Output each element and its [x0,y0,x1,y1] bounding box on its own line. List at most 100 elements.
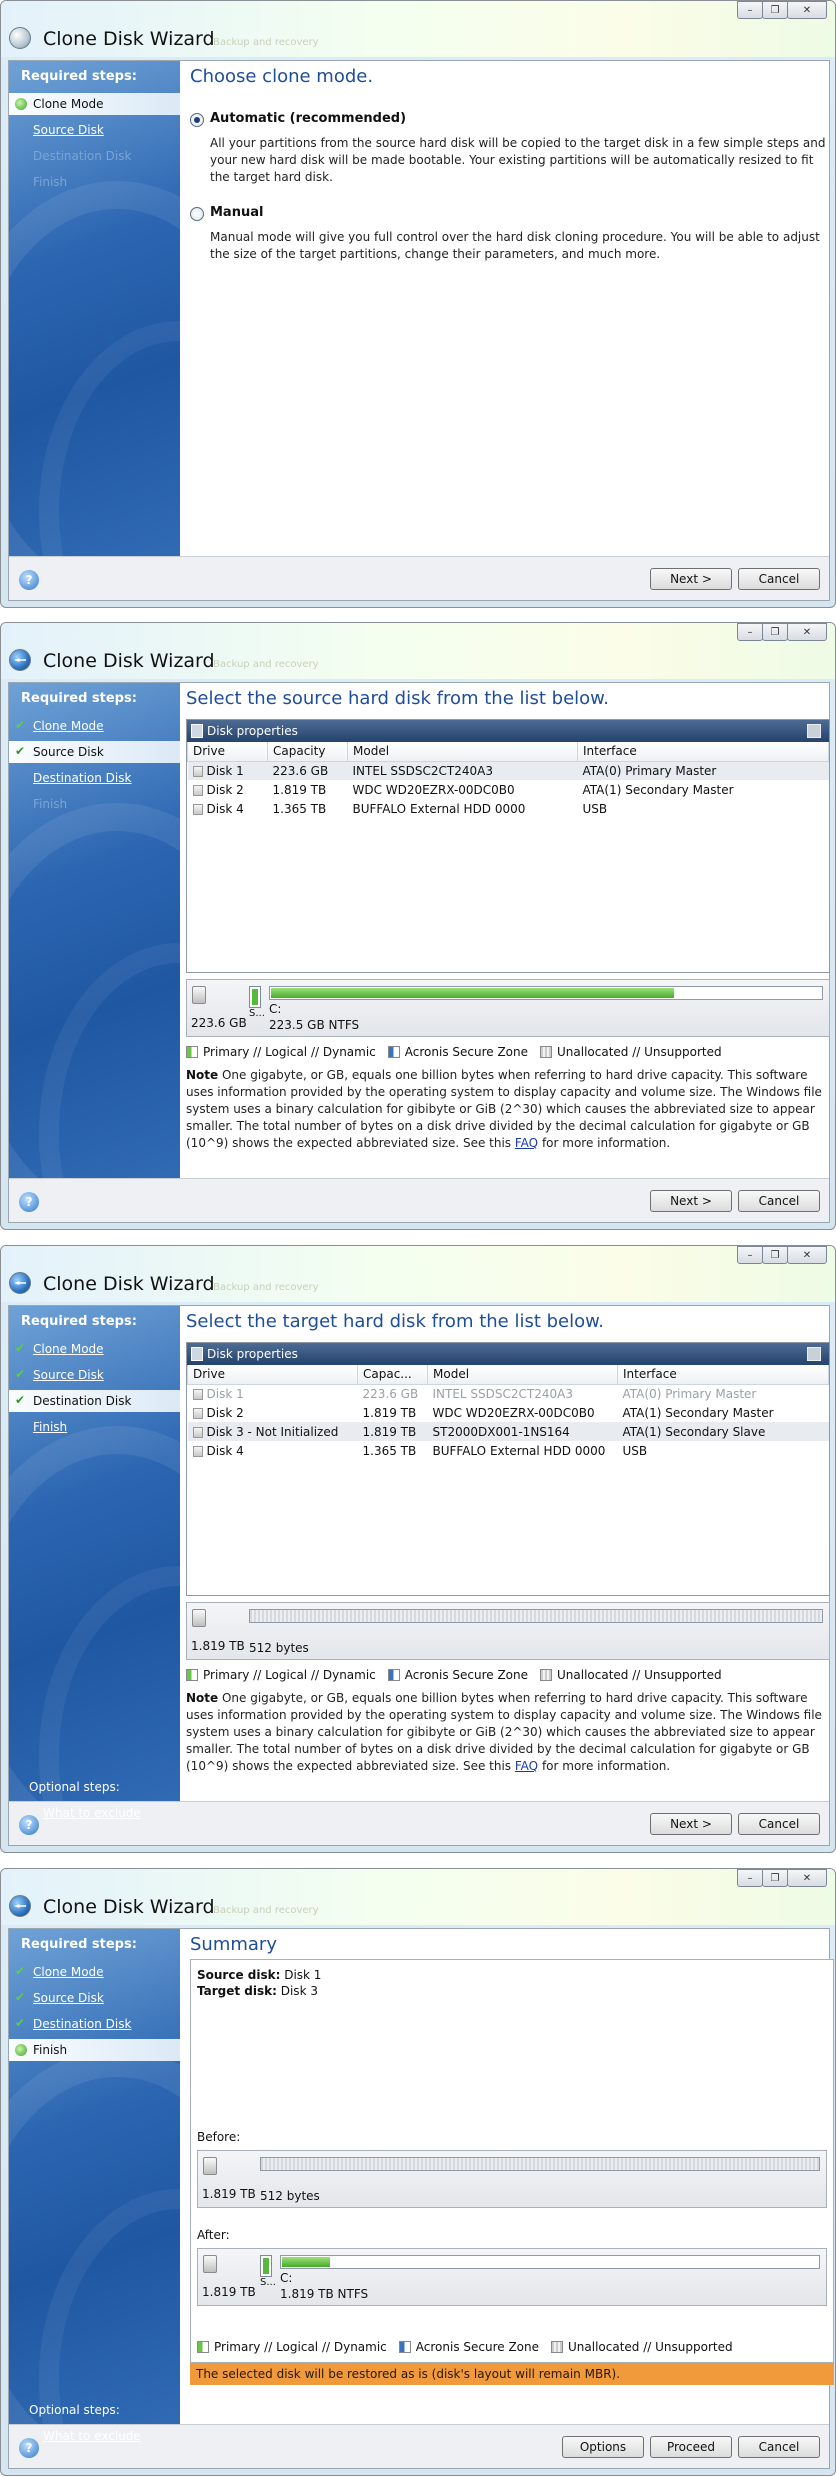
column-header[interactable]: Drive [187,742,268,762]
maximize-button[interactable]: ❐ [762,1246,788,1264]
sidebar-item-clone-mode[interactable]: Clone Mode [9,93,180,115]
disk-size: 1.819 TB [202,2285,256,2299]
help-icon[interactable]: ? [19,2438,39,2458]
manual-radio[interactable] [190,207,204,221]
check-icon: ✔ [15,718,26,732]
next-button[interactable]: Next > [650,1813,732,1835]
proceed-button[interactable]: Proceed [650,2436,732,2458]
help-icon[interactable]: ? [19,570,39,590]
table-row[interactable]: Disk 2 1.819 TB WDC WD20EZRX-00DC0B0 ATA(1)… [188,780,829,799]
window-title: Clone Disk Wizard [43,28,215,50]
sidebar-item-clone-mode[interactable]: ✔ Clone Mode [9,1961,180,1983]
disk-icon [192,1407,203,1419]
table-row[interactable]: Disk 1 223.6 GB INTEL SSDSC2CT240A3 ATA(0) … [187,761,829,780]
unallocated-bar [260,2157,820,2171]
page-title: Select the target hard disk from the lis… [186,1311,604,1332]
wizard-window-clone-mode: Clone Disk Wizard Backup and recovery – … [0,0,836,608]
sidebar-item-finish[interactable]: Finish [9,2039,180,2061]
minimize-button[interactable]: – [737,623,763,641]
primary-legend-icon [186,1046,198,1058]
close-button[interactable]: ✕ [787,1,827,19]
close-button[interactable]: ✕ [787,1869,827,1887]
table-row[interactable]: Disk 3 - Not Initialized 1.819 TB ST2000DX… [187,1422,829,1441]
title-bar: Clone Disk Wizard Backup and recovery – … [1,1,835,57]
check-icon: ✔ [15,1990,26,2004]
unallocated-bar[interactable] [249,1609,823,1623]
options-button[interactable]: Options [562,2436,644,2458]
sidebar-item-clone-mode[interactable]: ✔ Clone Mode [9,715,180,737]
unallocated-legend-icon [540,1046,553,1058]
cancel-button[interactable]: Cancel [738,1190,820,1212]
manual-label[interactable]: Manual [210,205,263,220]
disk-icon [192,1388,203,1400]
partition-fragment[interactable] [249,986,261,1008]
close-button[interactable]: ✕ [787,1246,827,1264]
column-header[interactable]: Model [427,1365,618,1385]
panel-menu-icon[interactable] [807,724,821,738]
disk-properties-header[interactable]: Disk properties [187,720,829,742]
disk-properties-header[interactable]: Disk properties [187,1343,829,1365]
panel-menu-icon[interactable] [807,1347,821,1361]
maximize-button[interactable]: ❐ [762,1869,788,1887]
wizard-footer: ? Next > Cancel [9,556,829,600]
maximize-button[interactable]: ❐ [762,623,788,641]
sidebar-item-finish[interactable]: Finish [9,1416,180,1438]
column-header[interactable]: Drive [187,1365,358,1385]
disk-map: 1.819 TB 512 bytes [186,1602,830,1660]
current-step-icon [15,98,27,110]
disk-icon [192,803,203,815]
acronis-legend-icon [387,1046,400,1058]
faq-link[interactable]: FAQ [515,1136,538,1150]
what-to-exclude-link[interactable]: What to exclude [43,1806,141,1820]
faq-link[interactable]: FAQ [515,1759,538,1773]
column-header[interactable]: Capacity [267,742,348,762]
sidebar-item-source-disk[interactable]: ✔ Source Disk [9,741,180,763]
primary-legend-icon [197,2341,209,2353]
table-row: Disk 1 223.6 GB INTEL SSDSC2CT240A3 ATA(0) … [188,1384,829,1403]
what-to-exclude-link[interactable]: What to exclude [43,2429,141,2443]
column-header[interactable]: Capac... [357,1365,428,1385]
steps-sidebar: Required steps: ✔ Clone Mode ✔ Source Disk… [9,1306,180,1845]
sidebar-item-destination-disk[interactable]: ✔ Destination Disk [9,2013,180,2035]
partition-name: C: [269,1002,282,1016]
required-steps-heading: Required steps: [21,691,137,706]
partition-used-fill [282,2257,331,2267]
back-arrow-icon[interactable] [9,649,31,671]
sidebar-item-destination-disk[interactable]: Destination Disk [9,767,180,789]
partition-bar-c[interactable] [269,986,823,1000]
capacity-note: Note One gigabyte, or GB, equals one bil… [186,1691,822,1773]
next-button[interactable]: Next > [650,1190,732,1212]
table-row[interactable]: Disk 4 1.365 TB BUFFALO External HDD 0000 U… [188,799,829,818]
column-header[interactable]: Interface [617,1365,829,1385]
help-icon[interactable]: ? [19,1192,39,1212]
next-button[interactable]: Next > [650,568,732,590]
help-icon[interactable]: ? [19,1815,39,1835]
disk-list-panel: Disk properties Drive Capac... Model Int… [186,1342,830,1596]
steps-sidebar: Required steps: ✔ Clone Mode ✔ Source Disk… [9,1929,180,2468]
table-row[interactable]: Disk 2 1.819 TB WDC WD20EZRX-00DC0B0 ATA(1)… [188,1403,829,1422]
sidebar-item-source-disk[interactable]: ✔ Source Disk [9,1987,180,2009]
minimize-button[interactable]: – [737,1,763,19]
minimize-button[interactable]: – [737,1246,763,1264]
cancel-button[interactable]: Cancel [738,568,820,590]
minimize-button[interactable]: – [737,1869,763,1887]
hard-disk-icon [192,1609,206,1627]
sidebar-item-source-disk[interactable]: ✔ Source Disk [9,1364,180,1386]
close-button[interactable]: ✕ [787,623,827,641]
back-arrow-icon[interactable] [9,1272,31,1294]
table-row[interactable]: Disk 4 1.365 TB BUFFALO External HDD 0000 U… [188,1441,829,1460]
automatic-radio[interactable] [190,113,204,127]
column-header[interactable]: Interface [577,742,829,762]
cancel-button[interactable]: Cancel [738,2436,820,2458]
automatic-label[interactable]: Automatic (recommended) [210,111,406,126]
partition-fragment-label: S... [260,2277,276,2288]
maximize-button[interactable]: ❐ [762,1,788,19]
column-header[interactable]: Model [347,742,578,762]
sidebar-item-source-disk[interactable]: Source Disk [9,119,180,141]
back-arrow-icon[interactable] [9,1895,31,1917]
mbr-warning-banner: The selected disk will be restored as is… [190,2363,834,2385]
sidebar-item-clone-mode[interactable]: ✔ Clone Mode [9,1338,180,1360]
sidebar-item-destination-disk[interactable]: ✔ Destination Disk [9,1390,180,1412]
acronis-legend-icon [398,2341,411,2353]
cancel-button[interactable]: Cancel [738,1813,820,1835]
